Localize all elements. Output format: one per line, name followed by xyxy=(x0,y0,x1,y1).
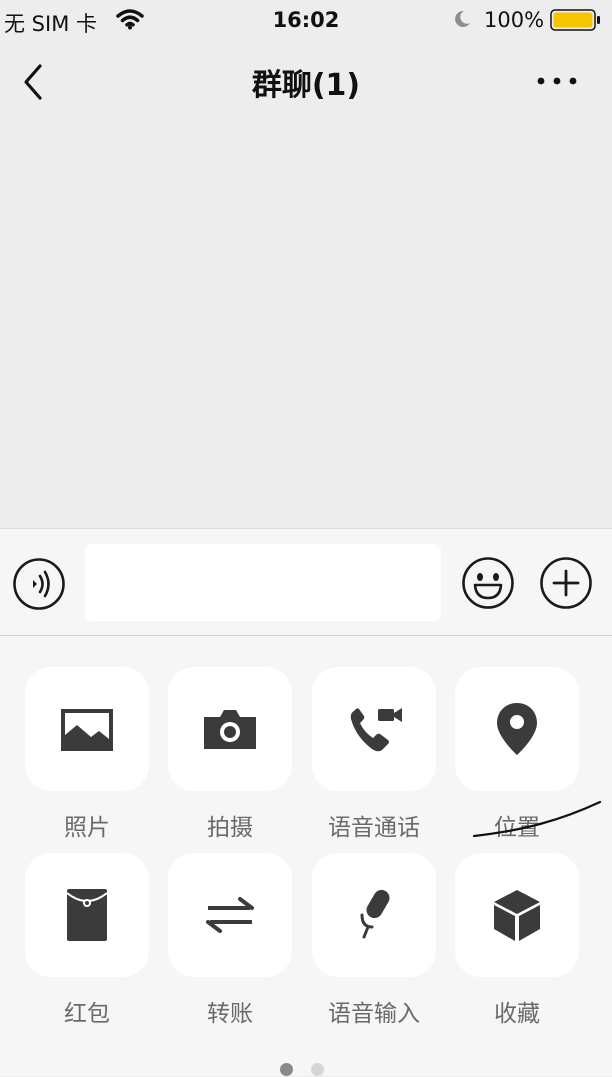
battery-percent: 100% xyxy=(484,8,545,32)
call-video-icon xyxy=(350,708,402,752)
tool-label: 照片 xyxy=(64,815,110,841)
tool-label: 拍摄 xyxy=(207,815,253,841)
more-dots-icon[interactable] xyxy=(532,66,582,100)
tool-label: 语音输入 xyxy=(328,1001,420,1027)
do-not-disturb-moon-icon xyxy=(452,9,472,34)
tool-tile-voice-input[interactable] xyxy=(312,853,436,977)
page-title: 群聊(1) xyxy=(251,68,361,103)
voice-wave-icon[interactable] xyxy=(12,557,66,615)
plus-circle-icon[interactable] xyxy=(539,556,593,614)
tool-tile-red-packet[interactable] xyxy=(25,853,149,977)
tool-tile-location[interactable] xyxy=(455,667,579,791)
transfer-icon xyxy=(206,897,254,933)
hand-drawn-stroke xyxy=(472,800,602,838)
camera-icon xyxy=(204,710,256,749)
tool-tile-voice-call[interactable] xyxy=(312,667,436,791)
tool-label: 语音通话 xyxy=(328,815,420,841)
more-tools-panel: 照片 拍摄 语音通话 位置 红包 转账 语音输入 收藏 xyxy=(0,636,612,1076)
nav-bar: 群聊(1) xyxy=(0,40,612,124)
tool-tile-camera[interactable] xyxy=(168,667,292,791)
photo-icon xyxy=(61,709,113,751)
favorites-box-icon xyxy=(494,890,540,941)
battery-icon xyxy=(550,9,602,36)
location-pin-icon xyxy=(497,703,537,755)
tool-label: 转账 xyxy=(207,1001,253,1027)
tool-label: 收藏 xyxy=(494,1001,540,1027)
tool-tile-photo[interactable] xyxy=(25,667,149,791)
microphone-icon xyxy=(360,889,390,939)
tool-tile-favorites[interactable] xyxy=(455,853,579,977)
tool-label: 红包 xyxy=(64,1001,110,1027)
page-dot-inactive[interactable] xyxy=(311,1063,324,1076)
input-bar xyxy=(0,528,612,636)
message-input[interactable] xyxy=(85,544,441,621)
tool-tile-transfer[interactable] xyxy=(168,853,292,977)
page-dot-active[interactable] xyxy=(280,1063,293,1076)
red-packet-icon xyxy=(66,889,108,941)
status-bar: 无 SIM 卡 16:02 100% xyxy=(0,0,612,40)
chat-message-area[interactable] xyxy=(0,124,612,528)
smiley-icon[interactable] xyxy=(461,556,515,614)
page-indicator xyxy=(0,1063,612,1077)
